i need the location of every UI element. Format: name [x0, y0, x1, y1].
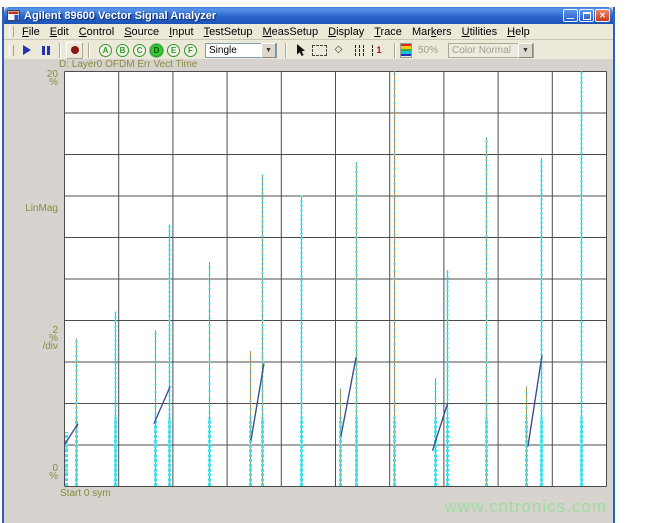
menu-edit[interactable]: Edit — [45, 26, 74, 38]
window-title: Agilent 89600 Vector Signal Analyzer — [24, 9, 217, 22]
menu-help[interactable]: Help — [502, 26, 535, 38]
menu-display[interactable]: Display — [323, 26, 369, 38]
menu-meassetup[interactable]: MeasSetup — [257, 26, 323, 38]
toolbar-grip[interactable] — [9, 44, 14, 56]
measurement-mode-value: Single — [209, 44, 237, 56]
trace-button-group: ABCDEF — [97, 43, 199, 57]
menu-utilities[interactable]: Utilities — [457, 26, 502, 38]
menu-markers[interactable]: Markers — [407, 26, 457, 38]
pause-button[interactable] — [37, 41, 54, 59]
diamond-icon: ◇ — [334, 44, 343, 55]
trace-button-c[interactable]: C — [133, 43, 146, 57]
y-axis-per-div-label: 2 % /div — [42, 325, 58, 352]
trace-button-f[interactable]: F — [184, 43, 197, 57]
play-icon — [22, 45, 31, 55]
app-icon — [7, 10, 20, 21]
toolbar: ABCDEF Single ▼ ◇ 1 50% Color Normal ▼ — [4, 40, 613, 61]
minimize-button[interactable]: — — [563, 9, 578, 23]
play-button[interactable] — [18, 41, 35, 59]
chevron-down-icon[interactable]: ▼ — [518, 42, 534, 58]
band-lines-tool[interactable] — [349, 41, 366, 59]
display-area: D: Layer0 OFDM Err Vect Time 20 % LinMag… — [4, 59, 613, 523]
arrow-cursor-icon — [296, 44, 305, 56]
select-arrow-tool[interactable] — [292, 41, 309, 59]
x-axis-start-label: Start 0 sym — [60, 488, 111, 499]
trace-title: D: Layer0 OFDM Err Vect Time — [59, 59, 198, 70]
close-button[interactable]: ✕ — [595, 9, 610, 22]
separator — [88, 42, 90, 58]
minimize-icon: — — [566, 14, 575, 23]
record-icon — [70, 46, 79, 54]
zoom-level-label: 50% — [418, 44, 439, 56]
watermark: www.cntronics.com — [444, 497, 607, 516]
menu-bar: File Edit Control Source Input TestSetup MeasS… — [4, 24, 613, 40]
menu-input[interactable]: Input — [164, 26, 198, 38]
menu-file[interactable]: File — [17, 26, 45, 38]
app-window: Agilent 89600 Vector Signal Analyzer — ✕… — [2, 7, 615, 523]
trace-segment — [527, 355, 543, 447]
y-axis-scale-label: LinMag — [25, 203, 58, 214]
trace-button-b[interactable]: B — [116, 43, 129, 57]
screen: Agilent 89600 Vector Signal Analyzer — ✕… — [0, 0, 646, 523]
marquee-icon — [312, 44, 327, 56]
close-icon: ✕ — [599, 11, 606, 20]
y-axis-bottom-label: 0 % — [49, 463, 58, 482]
pause-icon — [41, 45, 45, 55]
color-mode-value: Color Normal — [452, 44, 511, 56]
separator — [285, 42, 287, 58]
separator — [394, 42, 396, 58]
chevron-down-icon[interactable]: ▼ — [261, 42, 276, 58]
dashed-lines-icon — [354, 44, 356, 56]
trace-segment — [340, 357, 357, 437]
marker1-icon: 1 — [371, 45, 382, 56]
y-axis-top-label: 20 % — [46, 69, 58, 88]
plot-area[interactable] — [64, 71, 607, 487]
trace-button-d[interactable]: D — [150, 43, 163, 57]
menu-trace[interactable]: Trace — [369, 26, 407, 38]
trace-button-e[interactable]: E — [167, 43, 180, 57]
menubar-grip[interactable] — [9, 26, 14, 37]
menu-testsetup[interactable]: TestSetup — [199, 26, 258, 38]
separator — [59, 42, 61, 58]
record-button[interactable] — [66, 41, 83, 59]
maximize-button[interactable] — [579, 9, 594, 22]
title-bar[interactable]: Agilent 89600 Vector Signal Analyzer — ✕ — [4, 7, 613, 24]
menu-source[interactable]: Source — [119, 26, 164, 38]
menu-control[interactable]: Control — [74, 26, 119, 38]
color-mode-select[interactable]: Color Normal ▼ — [448, 42, 535, 58]
marker1-tool[interactable]: 1 — [368, 41, 385, 59]
maximize-icon — [582, 11, 591, 20]
zoom-marquee-tool[interactable] — [311, 41, 328, 59]
marker-diamond-tool[interactable]: ◇ — [330, 41, 347, 59]
trace-button-a[interactable]: A — [99, 43, 112, 57]
measurement-mode-select[interactable]: Single ▼ — [205, 42, 277, 58]
color-scale-icon — [400, 42, 412, 58]
